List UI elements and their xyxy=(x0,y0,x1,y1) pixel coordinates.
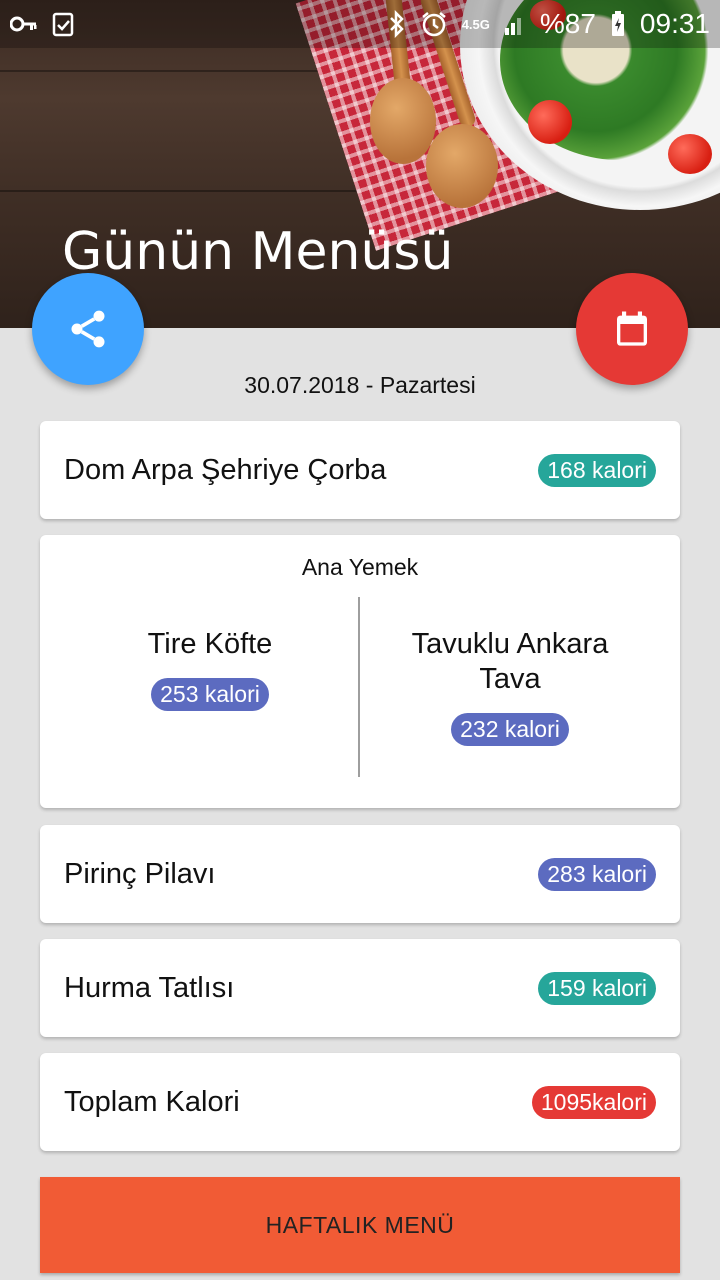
dessert-name: Hurma Tatlısı xyxy=(64,971,235,1004)
soup-card[interactable]: Dom Arpa Şehriye Çorba 168 kalori xyxy=(40,421,680,519)
main-course-left-calorie-badge: 253 kalori xyxy=(151,678,269,711)
share-button[interactable] xyxy=(32,273,144,385)
spoon-image xyxy=(370,78,436,164)
tomato-image xyxy=(528,100,572,144)
main-course-card: Ana Yemek Tire Köfte 253 kalori Tavuklu … xyxy=(40,535,680,808)
side-dish-calorie-badge: 283 kalori xyxy=(538,857,656,891)
side-dish-name: Pirinç Pilavı xyxy=(64,857,216,890)
spoon-image xyxy=(426,124,498,208)
share-icon xyxy=(71,310,105,348)
main-course-option-right[interactable]: Tavuklu Ankara Tava 232 kalori xyxy=(360,627,660,746)
key-icon xyxy=(10,16,37,32)
page-title: Günün Menüsü xyxy=(62,222,454,282)
weekly-menu-button[interactable]: HAFTALIK MENÜ xyxy=(40,1177,680,1273)
total-calorie-badge: 1095kalori xyxy=(531,1085,656,1119)
main-course-title: Ana Yemek xyxy=(301,554,419,580)
battery-charging-icon xyxy=(611,11,624,36)
main-course-right-name: Tavuklu Ankara Tava xyxy=(360,627,660,697)
soup-name: Dom Arpa Şehriye Çorba xyxy=(64,453,387,486)
dessert-card[interactable]: Hurma Tatlısı 159 kalori xyxy=(40,939,680,1037)
status-bar: 4.5G %87 09:31 xyxy=(0,0,720,48)
signal-icon xyxy=(504,18,521,35)
main-course-right-name-line2: Tava xyxy=(479,663,541,695)
calendar-icon xyxy=(617,311,647,346)
main-course-option-left[interactable]: Tire Köfte 253 kalori xyxy=(60,627,360,711)
main-course-right-calorie-badge: 232 kalori xyxy=(451,713,569,746)
main-course-right-name-line1: Tavuklu Ankara xyxy=(411,628,609,660)
battery-percent: %87 xyxy=(539,8,596,39)
network-type-label: 4.5G xyxy=(461,16,490,32)
clipboard-check-icon xyxy=(52,12,74,37)
calendar-button[interactable] xyxy=(576,273,688,385)
dessert-calorie-badge: 159 kalori xyxy=(538,971,656,1005)
soup-calorie-badge: 168 kalori xyxy=(538,453,656,487)
main-course-left-name: Tire Köfte xyxy=(147,628,273,660)
tomato-image xyxy=(668,134,712,174)
side-dish-card[interactable]: Pirinç Pilavı 283 kalori xyxy=(40,825,680,923)
alarm-icon xyxy=(421,12,446,37)
clock: 09:31 xyxy=(639,8,710,39)
total-calorie-label: Toplam Kalori xyxy=(64,1085,240,1118)
total-calorie-card: Toplam Kalori 1095kalori xyxy=(40,1053,680,1151)
bluetooth-icon xyxy=(389,10,404,38)
